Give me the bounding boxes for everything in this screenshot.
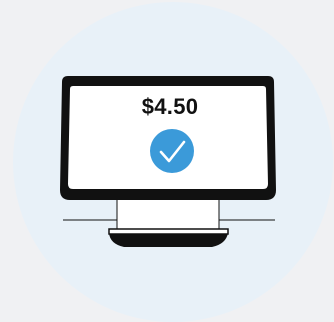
pos-terminal-graphic <box>60 76 276 247</box>
check-circle-icon <box>150 129 194 173</box>
payment-illustration: $4.50 <box>0 0 334 322</box>
stand-neck <box>116 197 220 231</box>
stand-base <box>109 233 228 247</box>
stand-base-top <box>108 228 229 235</box>
payment-amount: $4.50 <box>141 94 199 119</box>
